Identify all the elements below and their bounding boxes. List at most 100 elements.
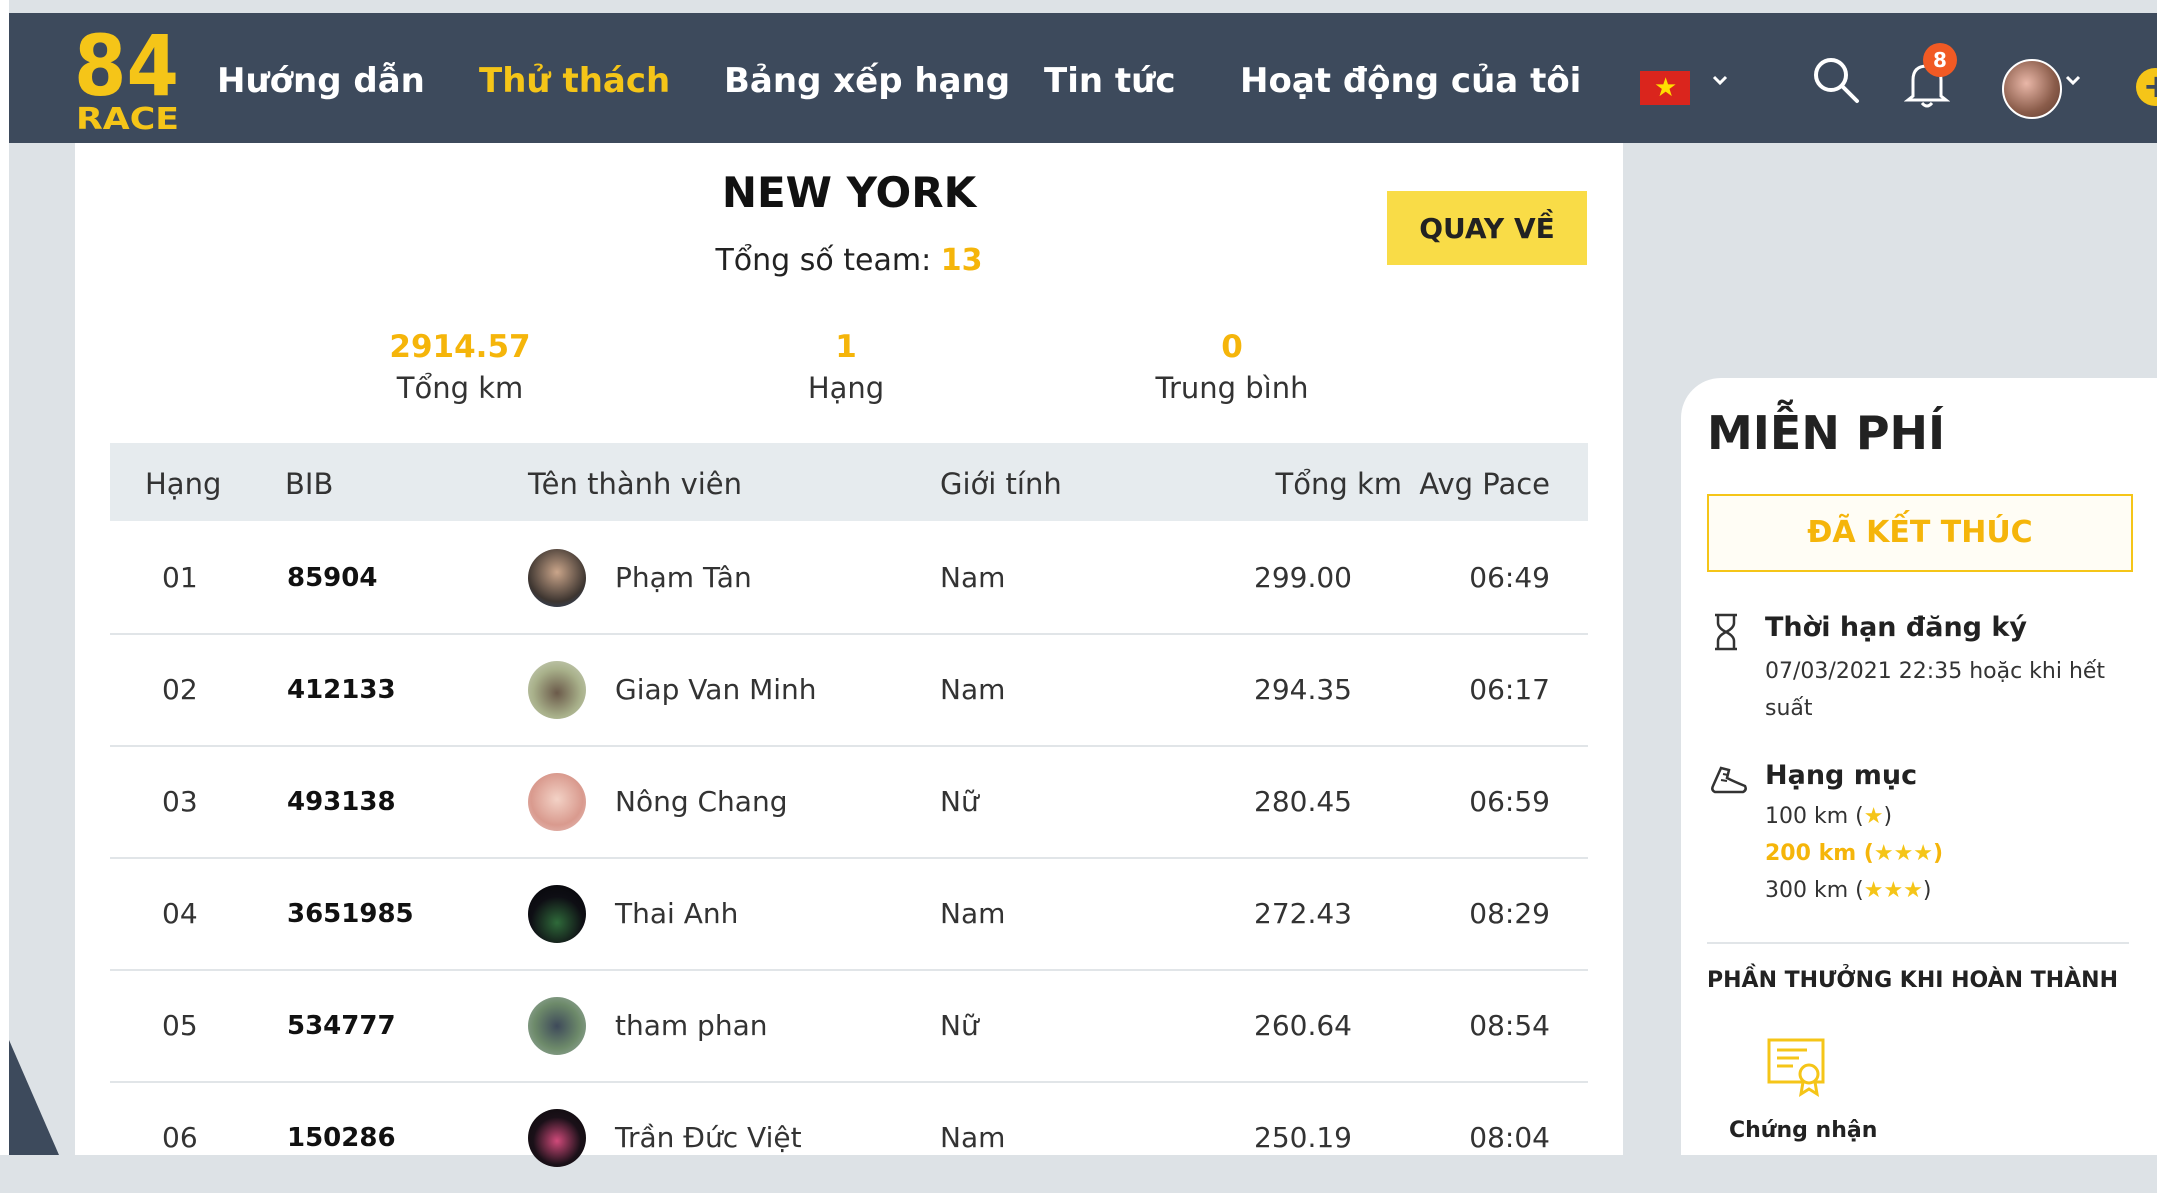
search-icon[interactable] bbox=[1809, 53, 1863, 107]
back-button[interactable]: QUAY VỀ bbox=[1387, 191, 1587, 265]
row-rank: 03 bbox=[162, 785, 198, 818]
column-header-gender[interactable]: Giới tính bbox=[940, 467, 1062, 501]
table-row[interactable]: 05 534777 tham phan Nữ 260.64 08:54 bbox=[110, 969, 1588, 1083]
member-avatar[interactable] bbox=[528, 661, 586, 719]
row-rank: 02 bbox=[162, 673, 198, 706]
row-rank: 04 bbox=[162, 897, 198, 930]
nav-link-my-activity[interactable]: Hoạt động của tôi bbox=[1240, 61, 1581, 101]
nav-link-challenges[interactable]: Thử thách bbox=[479, 61, 670, 101]
table-row[interactable]: 04 3651985 Thai Anh Nam 272.43 08:29 bbox=[110, 857, 1588, 971]
star-icon: ★ bbox=[1863, 804, 1884, 829]
team-count-label: Tổng số team: bbox=[715, 243, 932, 278]
hourglass-icon bbox=[1715, 613, 1737, 651]
reward-title: PHẦN THƯỞNG KHI HOÀN THÀNH bbox=[1707, 968, 2118, 993]
nav-link-leaderboard[interactable]: Bảng xếp hạng bbox=[724, 61, 1010, 101]
category-item: 100 km (★) bbox=[1765, 798, 1943, 835]
stat-value: 0 bbox=[1221, 329, 1243, 365]
deadline-line: 07/03/2021 22:35 hoặc khi hết bbox=[1765, 659, 2106, 684]
column-header-rank[interactable]: Hạng bbox=[145, 467, 221, 501]
table-row[interactable]: 06 150286 Trần Đức Việt Nam 250.19 08:04 bbox=[110, 1081, 1588, 1193]
row-total-km: 299.00 bbox=[1254, 561, 1352, 594]
row-total-km: 280.45 bbox=[1254, 785, 1352, 818]
nav-link-news[interactable]: Tin tức bbox=[1044, 61, 1176, 101]
member-avatar[interactable] bbox=[528, 885, 586, 943]
row-avg-pace: 06:49 bbox=[1469, 561, 1550, 594]
stat-average: 0 Trung bình bbox=[1102, 329, 1362, 405]
row-member-name[interactable]: Nông Chang bbox=[615, 785, 787, 818]
status-badge: ĐÃ KẾT THÚC bbox=[1707, 494, 2133, 572]
row-total-km: 294.35 bbox=[1254, 673, 1352, 706]
table-header: Hạng BIB Tên thành viên Giới tính Tổng k… bbox=[110, 443, 1588, 521]
row-bib: 150286 bbox=[287, 1123, 396, 1153]
category-distance: 300 km ( bbox=[1765, 878, 1864, 903]
deadline-line: suất bbox=[1765, 696, 1813, 721]
category-item: 200 km (★★★) bbox=[1765, 835, 1943, 872]
stat-value: 2914.57 bbox=[389, 329, 531, 365]
certificate-label: Chứng nhận bbox=[1729, 1118, 1878, 1143]
top-navbar: 84 RACE Hướng dẫn Thử thách Bảng xếp hạn… bbox=[9, 13, 2157, 143]
star-icon: ★★★ bbox=[1863, 878, 1923, 903]
row-gender: Nam bbox=[940, 673, 1006, 706]
row-rank: 06 bbox=[162, 1121, 198, 1154]
row-member-name[interactable]: tham phan bbox=[615, 1009, 767, 1042]
stat-label: Hạng bbox=[807, 371, 885, 405]
language-selector[interactable]: ★ bbox=[1640, 71, 1690, 105]
logo[interactable]: 84 RACE bbox=[74, 25, 184, 133]
star-icon: ★★★ bbox=[1873, 841, 1934, 866]
add-icon[interactable]: + bbox=[2136, 68, 2157, 106]
column-header-member-name[interactable]: Tên thành viên bbox=[528, 467, 742, 501]
running-shoe-icon bbox=[1711, 766, 1747, 794]
row-avg-pace: 08:29 bbox=[1469, 897, 1550, 930]
member-avatar[interactable] bbox=[528, 549, 586, 607]
chevron-down-icon[interactable] bbox=[2062, 69, 2084, 91]
category-bracket: ) bbox=[1933, 841, 1944, 866]
column-header-avg-pace[interactable]: Avg Pace bbox=[1350, 467, 1550, 501]
row-total-km: 260.64 bbox=[1254, 1009, 1352, 1042]
row-member-name[interactable]: Giap Van Minh bbox=[615, 673, 817, 706]
column-header-bib[interactable]: BIB bbox=[285, 467, 333, 501]
nav-link-guide[interactable]: Hướng dẫn bbox=[217, 61, 425, 101]
chevron-down-icon[interactable] bbox=[1709, 69, 1731, 91]
row-gender: Nữ bbox=[940, 1009, 979, 1042]
row-member-name[interactable]: Thai Anh bbox=[615, 897, 738, 930]
table-row[interactable]: 03 493138 Nông Chang Nữ 280.45 06:59 bbox=[110, 745, 1588, 859]
certificate-icon bbox=[1767, 1038, 1825, 1098]
row-gender: Nữ bbox=[940, 785, 979, 818]
category-label: Hạng mục bbox=[1765, 760, 1918, 791]
category-distance: 100 km ( bbox=[1765, 804, 1864, 829]
row-member-name[interactable]: Trần Đức Việt bbox=[615, 1121, 802, 1154]
row-bib: 493138 bbox=[287, 787, 396, 817]
row-avg-pace: 08:04 bbox=[1469, 1121, 1550, 1154]
stat-label: Tổng km bbox=[396, 371, 524, 405]
member-avatar[interactable] bbox=[528, 997, 586, 1055]
price-title: MIỄN PHÍ bbox=[1707, 406, 1946, 460]
decorative-corner bbox=[9, 1040, 59, 1155]
row-bib: 85904 bbox=[287, 563, 378, 593]
row-rank: 01 bbox=[162, 561, 198, 594]
row-avg-pace: 06:59 bbox=[1469, 785, 1550, 818]
row-avg-pace: 06:17 bbox=[1469, 673, 1550, 706]
event-info-sidebar: MIỄN PHÍ ĐÃ KẾT THÚC Thời hạn đăng ký 07… bbox=[1681, 378, 2157, 1155]
member-avatar[interactable] bbox=[528, 1109, 586, 1167]
notification-badge: 8 bbox=[1923, 43, 1957, 77]
row-gender: Nam bbox=[940, 897, 1006, 930]
row-bib: 412133 bbox=[287, 675, 396, 705]
category-item: 300 km (★★★) bbox=[1765, 872, 1943, 909]
category-list: 100 km (★) 200 km (★★★) 300 km (★★★) bbox=[1765, 798, 1943, 909]
table-row[interactable]: 02 412133 Giap Van Minh Nam 294.35 06:17 bbox=[110, 633, 1588, 747]
row-gender: Nam bbox=[940, 1121, 1006, 1154]
row-member-name[interactable]: Phạm Tân bbox=[615, 561, 752, 594]
table-row[interactable]: 01 85904 Phạm Tân Nam 299.00 06:49 bbox=[110, 521, 1588, 635]
row-total-km: 272.43 bbox=[1254, 897, 1352, 930]
stat-value: 1 bbox=[835, 329, 857, 365]
user-avatar[interactable] bbox=[2002, 59, 2062, 119]
team-count-value: 13 bbox=[940, 243, 983, 278]
category-bracket: ) bbox=[1922, 878, 1932, 903]
category-bracket: ) bbox=[1883, 804, 1893, 829]
vietnam-flag-icon: ★ bbox=[1654, 73, 1678, 103]
row-avg-pace: 08:54 bbox=[1469, 1009, 1550, 1042]
deadline-label: Thời hạn đăng ký bbox=[1765, 612, 2027, 643]
row-total-km: 250.19 bbox=[1254, 1121, 1352, 1154]
stat-rank: 1 Hạng bbox=[716, 329, 976, 405]
member-avatar[interactable] bbox=[528, 773, 586, 831]
